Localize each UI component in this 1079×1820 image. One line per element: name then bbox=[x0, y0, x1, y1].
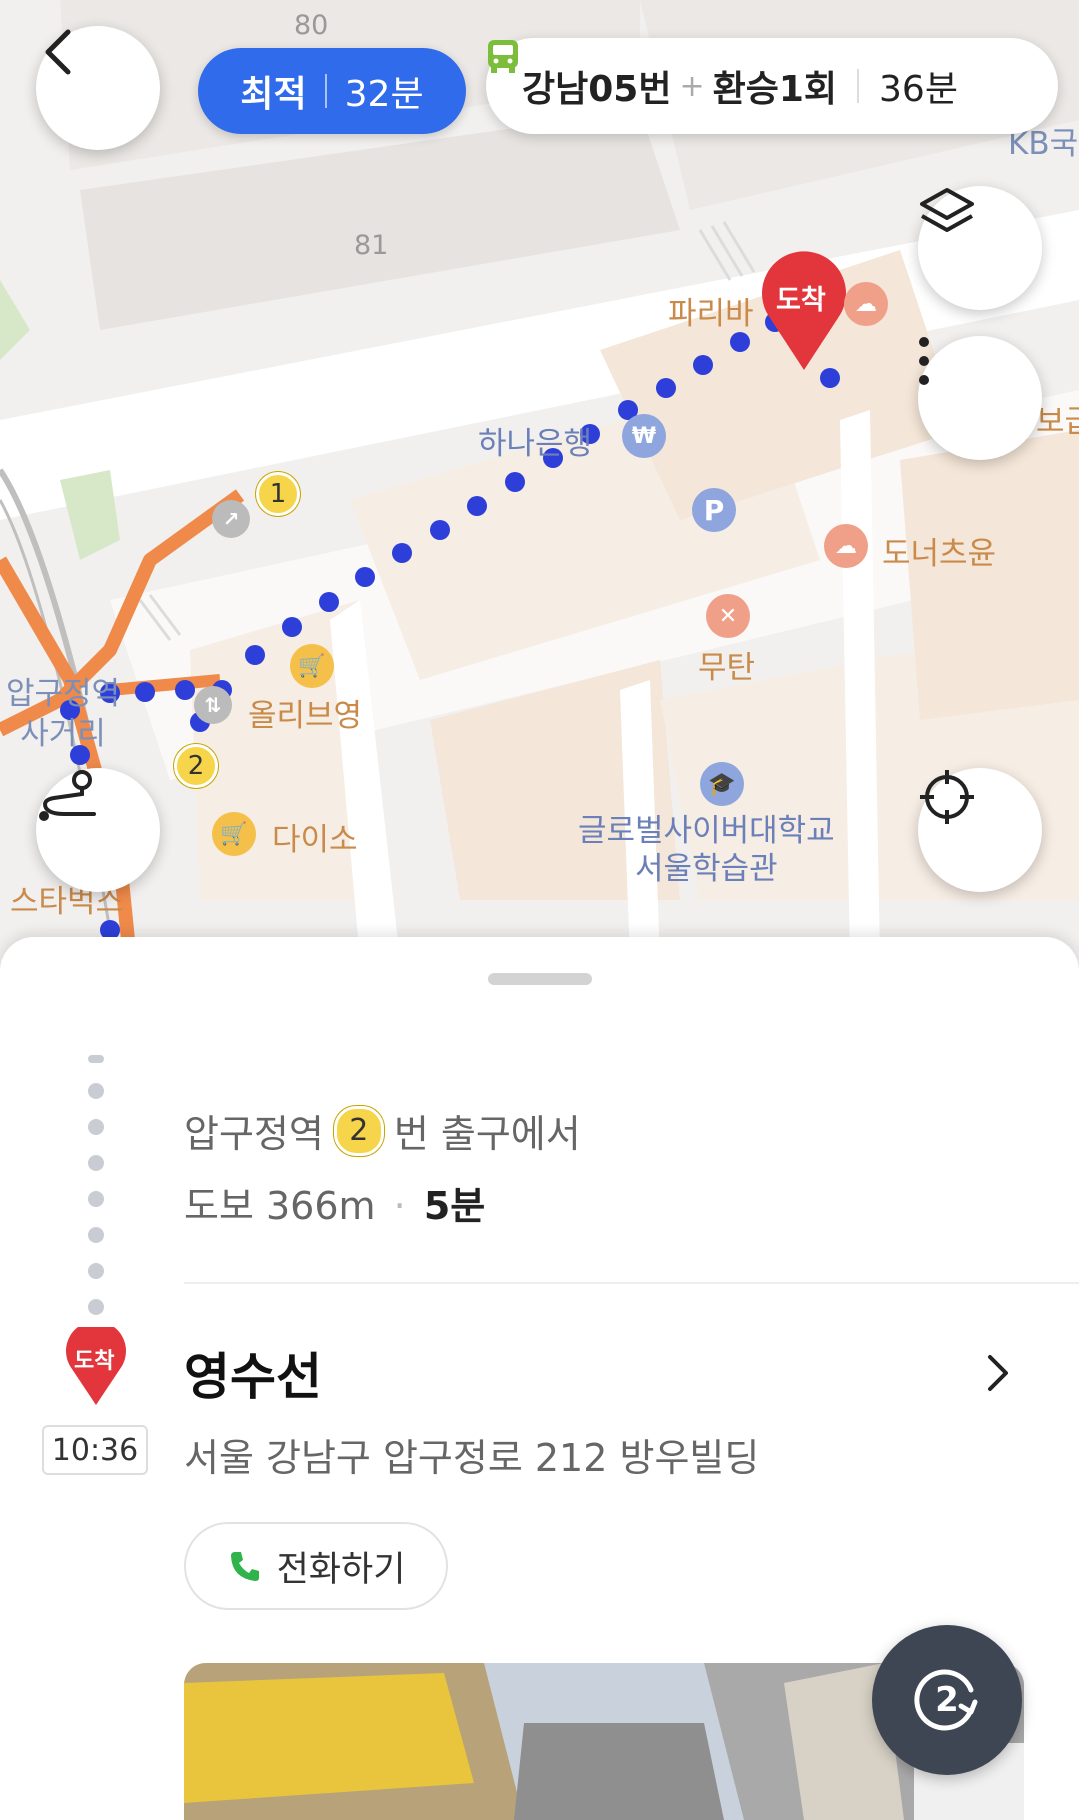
exit-badge[interactable]: 1 bbox=[256, 472, 300, 516]
cloud-cafe-icon[interactable]: ☁ bbox=[824, 524, 868, 568]
place-label[interactable]: 무탄 bbox=[698, 642, 755, 687]
cloud-cafe-icon[interactable]: ☁ bbox=[844, 282, 888, 326]
layers-button[interactable] bbox=[918, 186, 1042, 310]
place-label[interactable]: 파리바 bbox=[668, 288, 754, 333]
more-button[interactable] bbox=[918, 336, 1042, 460]
walk-step: 압구정역 2 번 출구에서 bbox=[184, 1103, 581, 1158]
walk-distance: 도보 366m bbox=[184, 1184, 376, 1228]
route-tab-alternate[interactable]: 강남05번 + 환승1회 36분 bbox=[486, 38, 1058, 134]
school-icon[interactable]: 🎓 bbox=[700, 762, 744, 806]
place-label[interactable]: 다이소 bbox=[272, 814, 358, 859]
place-label[interactable]: 글로벌사이버대학교 서울학습관 bbox=[578, 812, 835, 888]
refresh-button[interactable]: 2 bbox=[872, 1625, 1022, 1775]
walk-line-dot bbox=[88, 1055, 104, 1063]
parking-icon[interactable]: P bbox=[692, 488, 736, 532]
walk-line-dot bbox=[88, 1119, 104, 1135]
destination-marker-label: 도착 bbox=[776, 285, 826, 316]
shopping-cart-icon[interactable]: 🛒 bbox=[212, 812, 256, 856]
exit-badge: 2 bbox=[333, 1105, 384, 1156]
walk-line-dot bbox=[88, 1263, 104, 1279]
route-icon bbox=[39, 770, 96, 821]
walk-duration: 5분 bbox=[423, 1184, 486, 1228]
more-vertical-icon bbox=[919, 337, 929, 385]
route-bus-number: 강남05번 bbox=[522, 69, 672, 110]
locate-button[interactable] bbox=[918, 768, 1042, 892]
route-overview-button[interactable] bbox=[36, 768, 160, 892]
place-label[interactable]: 올리브영 bbox=[248, 690, 362, 735]
place-name[interactable]: 영수선 bbox=[184, 1337, 322, 1409]
phone-icon bbox=[230, 1552, 259, 1581]
place-address: 서울 강남구 압구정로 212 방우빌딩 bbox=[184, 1436, 760, 1480]
divider bbox=[184, 1282, 1079, 1284]
place-label[interactable]: 도너츠윤 bbox=[882, 528, 996, 573]
escalator-icon: ↗ bbox=[212, 500, 250, 538]
layers-icon bbox=[920, 188, 974, 232]
walk-line-dot bbox=[88, 1191, 104, 1207]
exit-badge[interactable]: 2 bbox=[174, 744, 218, 788]
walk-line-dot bbox=[88, 1155, 104, 1171]
walk-summary: 도보 366m · 5분 bbox=[184, 1175, 485, 1230]
walk-line-dot bbox=[88, 1299, 104, 1315]
station-label[interactable]: 압구정역 사거리 bbox=[6, 674, 120, 754]
route-tab-label: 최적 bbox=[240, 74, 307, 115]
map-view[interactable]: 도착 80 81 KB국 보급 파리바 ☁ 하나은행 ₩ P ☁ 도너츠윤 ✕ … bbox=[0, 0, 1079, 960]
walk-from-exit: 번 출구에서 bbox=[393, 1112, 581, 1156]
arrival-time: 10:36 bbox=[42, 1425, 148, 1475]
won-bank-icon[interactable]: ₩ bbox=[622, 414, 666, 458]
place-label[interactable]: 하나은행 bbox=[478, 418, 592, 463]
call-label: 전화하기 bbox=[276, 1549, 406, 1590]
route-tab-time: 36분 bbox=[879, 69, 958, 110]
partial-label: 보급 bbox=[1036, 404, 1079, 440]
route-transfer: 환승1회 bbox=[712, 69, 838, 110]
crosshair-icon bbox=[920, 770, 974, 824]
walk-from-station: 압구정역 bbox=[184, 1112, 324, 1156]
chevron-left-icon bbox=[45, 29, 71, 75]
arrival-marker-label: 도착 bbox=[74, 1349, 115, 1374]
refresh-count: 2 bbox=[935, 1680, 959, 1720]
back-button[interactable] bbox=[36, 26, 160, 150]
sheet-handle[interactable] bbox=[488, 973, 592, 985]
walk-line-dot bbox=[88, 1083, 104, 1099]
bus-icon bbox=[488, 40, 518, 73]
restaurant-icon[interactable]: ✕ bbox=[706, 594, 750, 638]
route-tab-optimal[interactable]: 최적 32분 bbox=[198, 48, 466, 134]
block-number: 81 bbox=[354, 230, 389, 261]
route-tab-time: 32분 bbox=[344, 74, 424, 115]
dot-separator: · bbox=[393, 1184, 406, 1228]
walk-line-dot bbox=[88, 1227, 104, 1243]
plus-separator: + bbox=[679, 68, 705, 104]
elevator-icon: ⇅ bbox=[194, 686, 232, 724]
shopping-cart-icon[interactable]: 🛒 bbox=[290, 644, 334, 688]
bottom-sheet[interactable]: 압구정역 2 번 출구에서 도보 366m · 5분 도착 10:36 영수선 … bbox=[0, 937, 1079, 1820]
call-button[interactable]: 전화하기 bbox=[184, 1522, 448, 1610]
block-number: 80 bbox=[294, 10, 329, 41]
chevron-right-icon[interactable] bbox=[984, 1351, 1014, 1395]
